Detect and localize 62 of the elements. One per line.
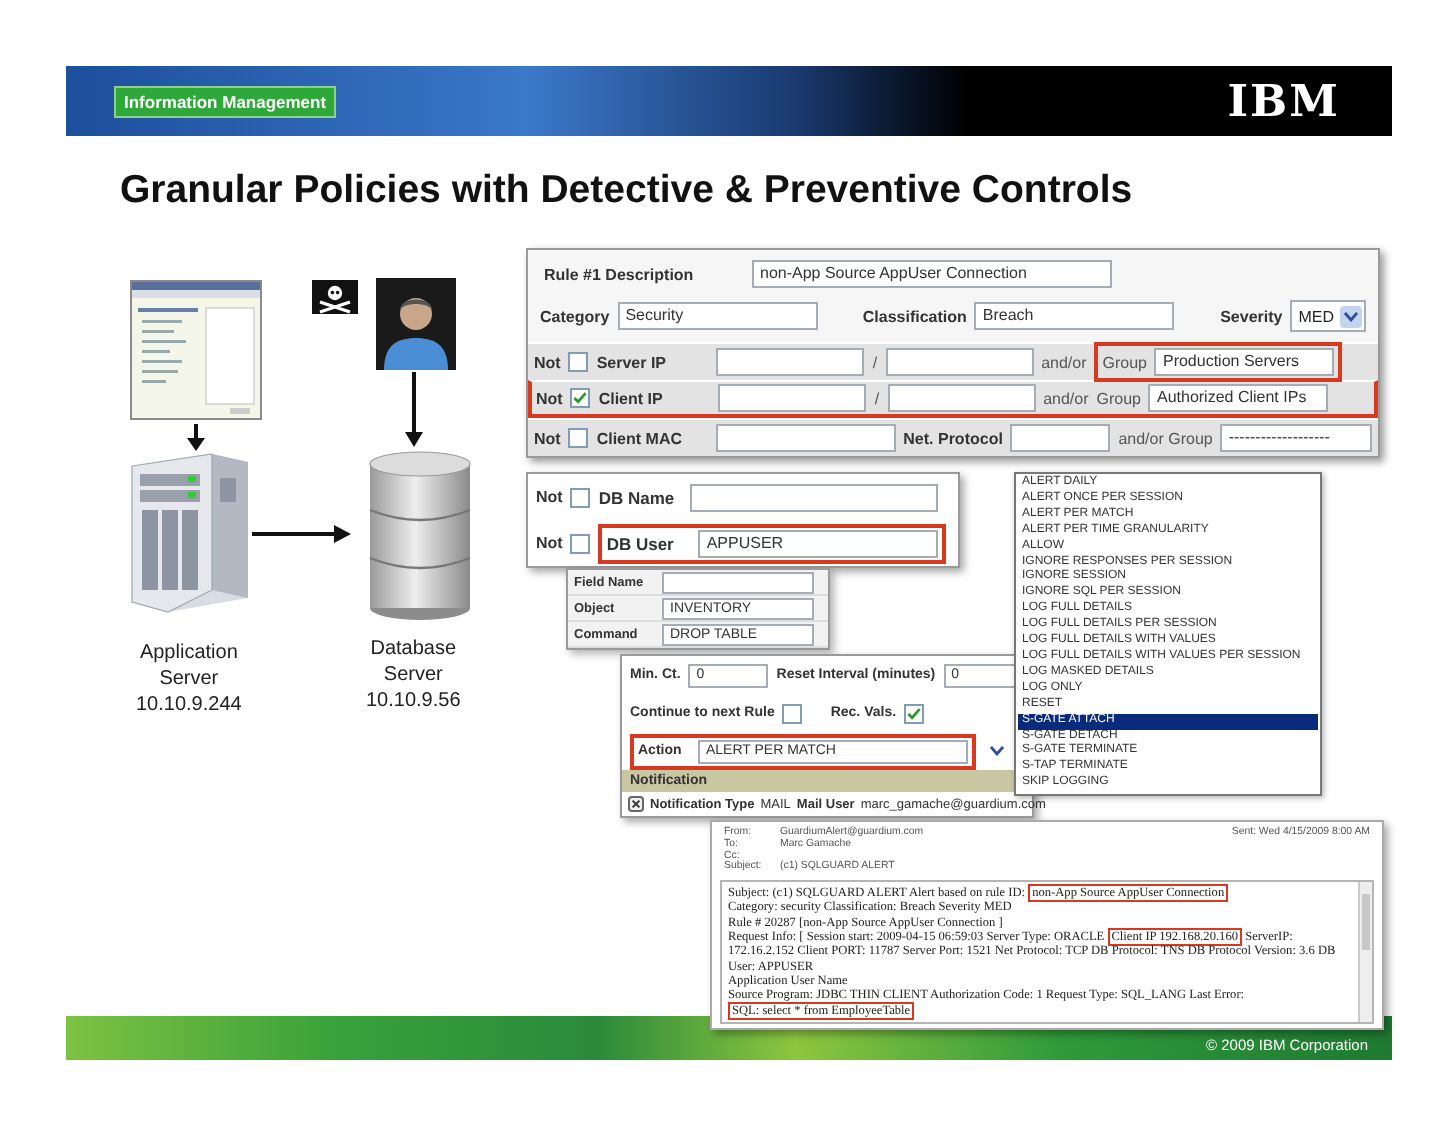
input-field[interactable]: Production Servers — [1154, 348, 1335, 376]
input-field[interactable]: Authorized Client IPs — [1148, 384, 1329, 412]
checkbox[interactable] — [570, 487, 591, 507]
field-label: Severity — [1220, 307, 1283, 325]
arrow — [404, 372, 424, 448]
field-label: DB Name — [598, 487, 677, 507]
input-field[interactable]: Breach — [974, 302, 1175, 330]
checkbox[interactable] — [782, 703, 803, 723]
field-label: Client IP — [598, 389, 665, 407]
separator-text: / — [872, 353, 878, 371]
group-label: Group — [1102, 353, 1147, 371]
checkbox[interactable] — [568, 352, 589, 372]
input-field[interactable] — [887, 384, 1036, 412]
field-label: Client MAC — [596, 429, 684, 447]
server-label: Application Server 10.10.9.244 — [136, 640, 242, 718]
skull-icon — [312, 280, 358, 314]
not-label: Not — [534, 353, 561, 371]
input-field[interactable]: ------------------- — [1220, 424, 1372, 452]
scrollbar[interactable] — [1358, 882, 1372, 1022]
app-window-drawing — [130, 280, 262, 420]
company-logo: IBM — [1227, 76, 1340, 128]
checkbox[interactable] — [570, 533, 591, 553]
input-field[interactable] — [718, 384, 867, 412]
input-field[interactable] — [885, 348, 1034, 376]
group-label: Group — [1096, 389, 1141, 407]
not-label: Not — [536, 534, 563, 552]
field-label: Rule #1 Description — [544, 265, 696, 283]
group-label: and/or Group — [1118, 429, 1213, 447]
field-label: Category — [540, 307, 610, 325]
input-field[interactable]: Security — [617, 302, 818, 330]
close-icon — [628, 796, 644, 812]
field-label: Net. Protocol — [903, 429, 1003, 447]
checkbox[interactable] — [570, 388, 591, 408]
severity-select[interactable]: MED — [1290, 300, 1366, 332]
remove-button[interactable] — [628, 796, 644, 812]
input-field[interactable]: APPUSER — [698, 529, 939, 557]
person-avatar — [376, 278, 456, 370]
input-field[interactable] — [716, 424, 896, 452]
input-field[interactable]: non-App Source AppUser Connection — [752, 260, 1112, 288]
field-label: Classification — [862, 307, 967, 325]
not-label: Not — [534, 429, 561, 447]
section-badge: Information Management — [114, 86, 337, 118]
field-label: DB User — [606, 533, 676, 553]
separator-text: / — [874, 389, 880, 407]
input-field[interactable] — [690, 483, 939, 511]
andor-text: and/or — [1041, 353, 1087, 371]
caret-icon — [1344, 311, 1358, 321]
checkbox[interactable] — [568, 428, 589, 448]
server-label: Database Server 10.10.9.56 — [366, 636, 461, 714]
not-label: Not — [536, 389, 563, 407]
field-label: Server IP — [596, 353, 669, 371]
database-icon — [368, 450, 472, 622]
checkbox[interactable] — [904, 703, 925, 723]
arrow — [186, 424, 206, 452]
input-field[interactable] — [662, 571, 814, 593]
slide-title: Granular Policies with Detective & Preventive Controls — [120, 168, 1133, 214]
input-field[interactable] — [716, 348, 865, 376]
arrow — [252, 524, 352, 544]
caret-icon — [989, 746, 1003, 756]
andor-text: and/or — [1043, 389, 1089, 407]
not-label: Not — [536, 488, 563, 506]
input-field[interactable] — [1010, 424, 1111, 452]
